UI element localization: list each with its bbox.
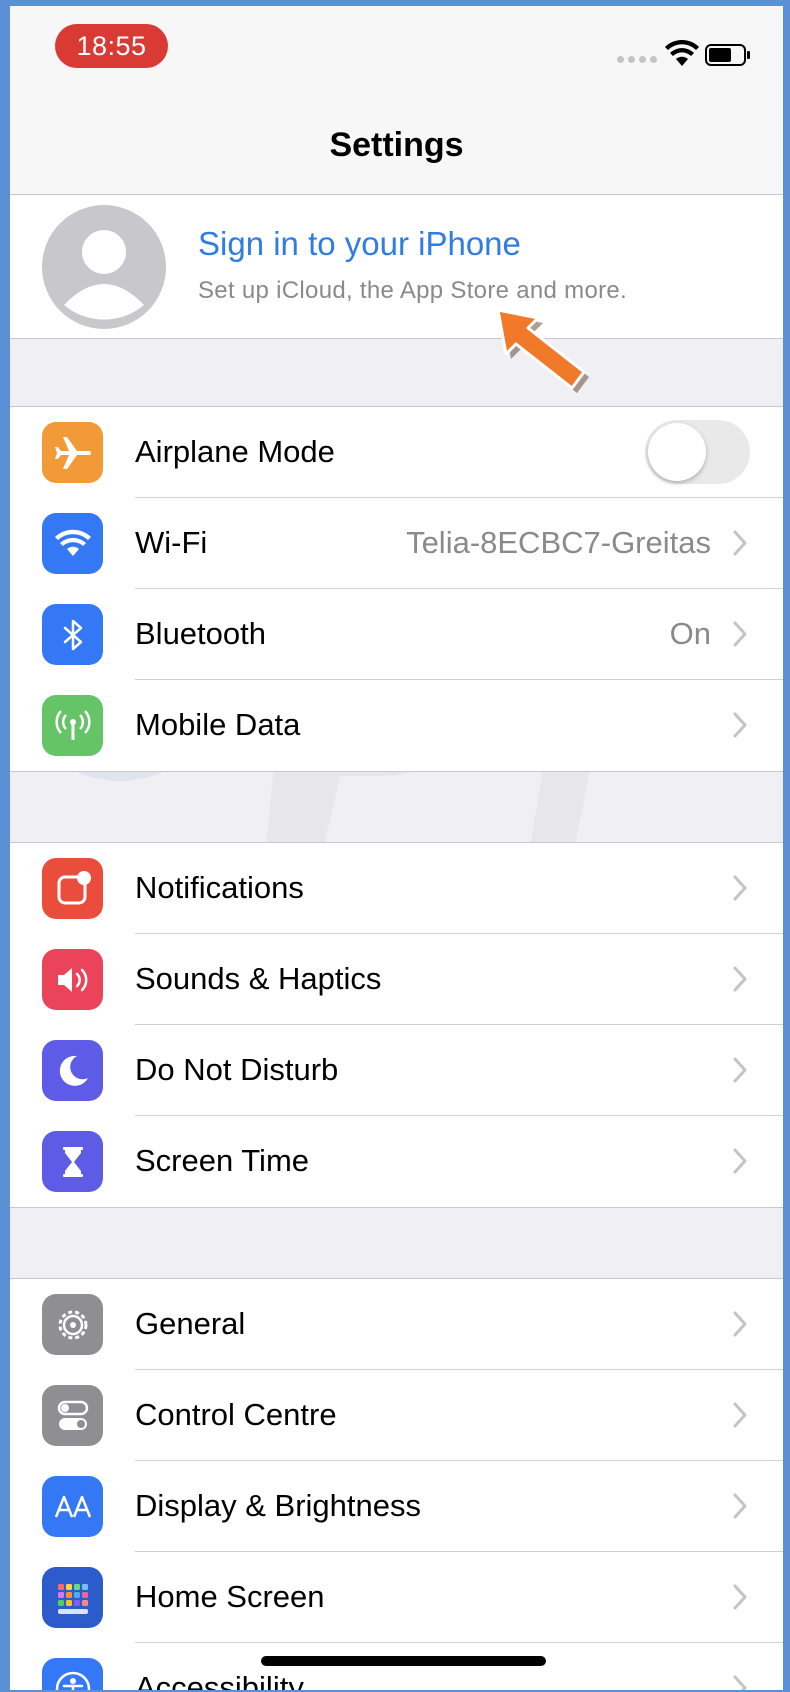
bluetooth-row[interactable]: Bluetooth On: [10, 589, 783, 680]
gear-icon: [42, 1294, 103, 1355]
row-label: Mobile Data: [135, 707, 301, 742]
antenna-icon: [42, 695, 103, 756]
airplane-mode-toggle[interactable]: [645, 420, 750, 484]
row-label: Notifications: [135, 870, 304, 905]
status-bar: 18:55: [10, 6, 783, 96]
home-screen-row[interactable]: Home Screen: [10, 1552, 783, 1643]
row-label: Do Not Disturb: [135, 1052, 339, 1087]
row-label: Control Centre: [135, 1397, 337, 1432]
moon-icon: [42, 1040, 103, 1101]
airplane-icon: [42, 422, 103, 483]
speaker-icon: [42, 949, 103, 1010]
chevron-right-icon: [733, 1148, 747, 1174]
display-brightness-row[interactable]: Display & Brightness: [10, 1461, 783, 1552]
accessibility-row[interactable]: Accessibility: [10, 1643, 783, 1690]
row-label: Bluetooth: [135, 616, 266, 651]
avatar-placeholder-icon: [42, 205, 166, 329]
pointer-arrow-annotation: [496, 308, 589, 393]
text-size-icon: [42, 1476, 103, 1537]
wifi-network-value: Telia-8ECBC7-Greitas: [406, 525, 711, 560]
chevron-right-icon: [733, 530, 747, 556]
accessibility-icon: [42, 1658, 103, 1690]
chevron-right-icon: [733, 1493, 747, 1519]
row-label: Airplane Mode: [135, 434, 335, 469]
wifi-row[interactable]: Wi-Fi Telia-8ECBC7-Greitas: [10, 498, 783, 589]
bluetooth-icon: [42, 604, 103, 665]
screen-time-row[interactable]: Screen Time: [10, 1116, 783, 1207]
do-not-disturb-row[interactable]: Do Not Disturb: [10, 1025, 783, 1116]
chevron-right-icon: [733, 966, 747, 992]
grid-icon: [42, 1567, 103, 1628]
bluetooth-status-value: On: [669, 616, 711, 651]
sign-in-subtitle: Set up iCloud, the App Store and more.: [198, 277, 627, 304]
home-indicator[interactable]: [261, 1656, 546, 1666]
general-group: General Control Centre Display & Brightn…: [10, 1278, 783, 1690]
chevron-right-icon: [733, 1584, 747, 1610]
control-centre-row[interactable]: Control Centre: [10, 1370, 783, 1461]
mobile-data-row[interactable]: Mobile Data: [10, 680, 783, 771]
row-label: Accessibility: [135, 1670, 304, 1690]
notifications-icon: [42, 858, 103, 919]
row-label: General: [135, 1306, 246, 1341]
chevron-right-icon: [733, 621, 747, 647]
row-label: Screen Time: [135, 1143, 310, 1178]
settings-screen: 18:55 Settings Sign in to your iPhone Se…: [10, 6, 783, 1690]
general-row[interactable]: General: [10, 1279, 783, 1370]
sounds-haptics-row[interactable]: Sounds & Haptics: [10, 934, 783, 1025]
chevron-right-icon: [733, 1675, 747, 1690]
navigation-bar: Settings: [10, 96, 783, 195]
chevron-right-icon: [733, 875, 747, 901]
chevron-right-icon: [733, 1402, 747, 1428]
battery-icon: [705, 44, 750, 66]
page-title: Settings: [329, 126, 464, 164]
sign-in-title: Sign in to your iPhone: [198, 225, 521, 262]
chevron-right-icon: [733, 1311, 747, 1337]
cellular-signal-icon: [617, 56, 657, 63]
switches-icon: [42, 1385, 103, 1446]
sign-in-row[interactable]: Sign in to your iPhone Set up iCloud, th…: [10, 195, 783, 339]
row-label: Wi-Fi: [135, 525, 208, 560]
notifications-group: Notifications Sounds & Haptics Do Not Di…: [10, 842, 783, 1208]
hourglass-icon: [42, 1131, 103, 1192]
connectivity-group: Airplane Mode Wi-Fi Telia-8ECBC7-Greitas…: [10, 406, 783, 772]
row-label: Display & Brightness: [135, 1488, 422, 1523]
chevron-right-icon: [733, 712, 747, 738]
notifications-row[interactable]: Notifications: [10, 843, 783, 934]
chevron-right-icon: [733, 1057, 747, 1083]
row-label: Sounds & Haptics: [135, 961, 382, 996]
row-label: Home Screen: [135, 1579, 325, 1614]
wifi-status-icon: [665, 40, 699, 66]
airplane-mode-row[interactable]: Airplane Mode: [10, 407, 783, 498]
status-time: 18:55: [55, 24, 168, 68]
wifi-icon: [42, 513, 103, 574]
